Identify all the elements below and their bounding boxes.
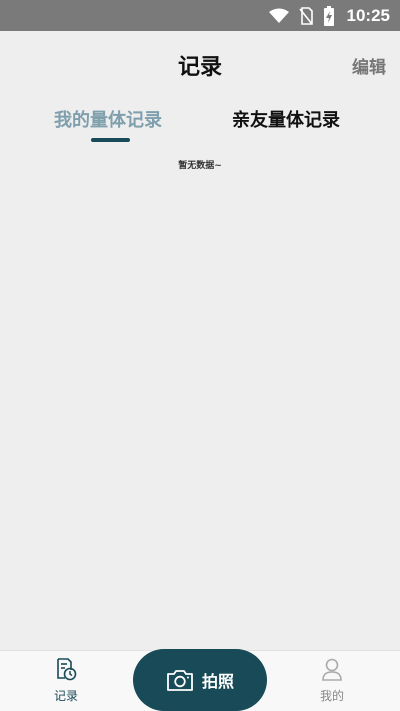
bottom-nav-mine[interactable]: 我的 bbox=[302, 657, 362, 704]
tab-family-measurements[interactable]: 亲友量体记录 bbox=[232, 106, 340, 132]
page-title: 记录 bbox=[177, 55, 222, 80]
camera-icon bbox=[167, 670, 193, 691]
navigation-bar: 记录 编辑 bbox=[0, 31, 400, 93]
record-tabs: 我的量体记录 亲友量体记录 bbox=[0, 101, 400, 145]
status-time: 10:25 bbox=[346, 6, 390, 25]
bottom-nav-records-label: 记录 bbox=[53, 689, 78, 703]
battery-charging-icon bbox=[323, 6, 334, 26]
status-icons: 10:25 bbox=[268, 5, 390, 27]
empty-state-text: 暂无数据~ bbox=[178, 161, 222, 171]
bottom-nav-mine-label: 我的 bbox=[319, 689, 344, 703]
wifi-icon bbox=[268, 8, 289, 23]
bottom-nav-records[interactable]: 记录 bbox=[36, 657, 96, 704]
no-sim-icon bbox=[298, 7, 313, 25]
edit-button[interactable]: 编辑 bbox=[352, 53, 386, 78]
active-tab-indicator bbox=[91, 138, 130, 142]
camera-button[interactable]: 拍照 bbox=[133, 649, 267, 711]
camera-button-label: 拍照 bbox=[201, 672, 234, 691]
user-icon bbox=[322, 658, 342, 681]
records-icon bbox=[57, 658, 77, 681]
tab-my-measurements[interactable]: 我的量体记录 bbox=[54, 106, 162, 132]
status-bar: 10:25 bbox=[0, 0, 400, 31]
